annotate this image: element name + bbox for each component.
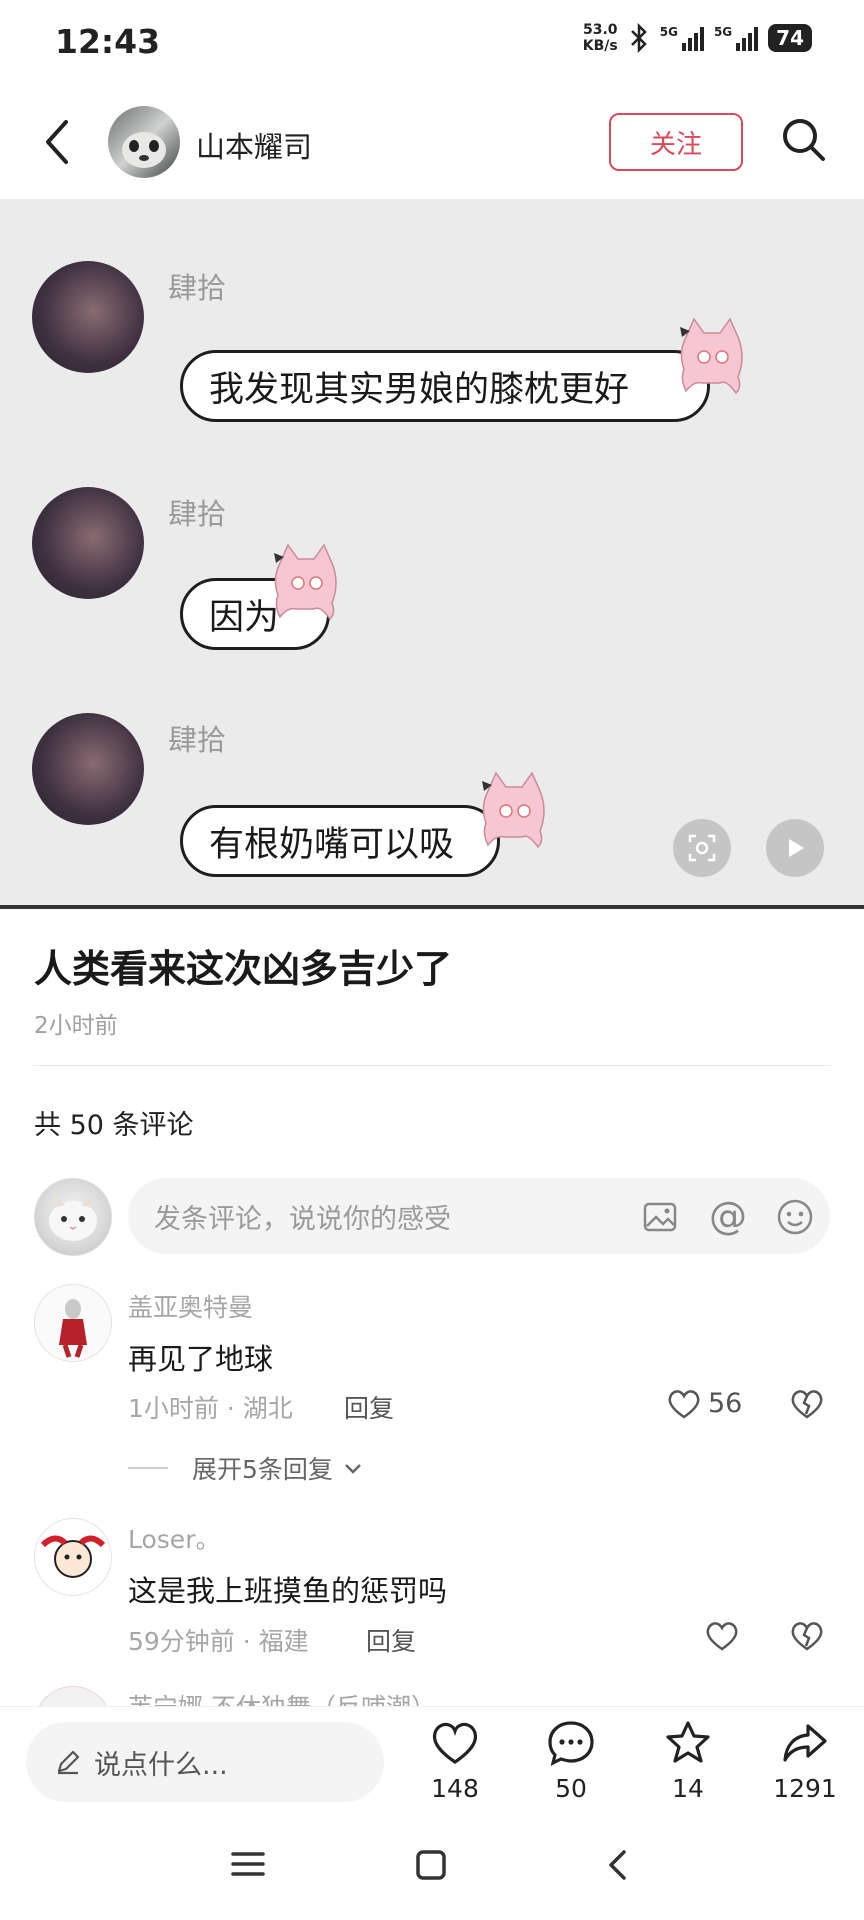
like-action[interactable]: 148 (410, 1718, 500, 1803)
chat-sender-name: 肆拾 (168, 497, 227, 531)
my-avatar (34, 1178, 112, 1256)
signal-icon: 5G (713, 25, 759, 51)
scan-image-button[interactable] (673, 819, 731, 877)
comment-count-bottom: 50 (555, 1774, 587, 1803)
chat-bubble: 我发现其实男娘的膝枕更好 (180, 350, 710, 422)
network-speed-value: 53.0 (582, 22, 618, 38)
expand-replies[interactable]: 展开5条回复 (128, 1450, 363, 1486)
comment-text: 再见了地球 (128, 1342, 274, 1376)
comment-action[interactable]: 50 (526, 1718, 616, 1803)
post-title: 人类看来这次凶多吉少了 (34, 947, 453, 991)
chat-sender-name: 肆拾 (168, 723, 227, 757)
network-speed-unit: KB/s (582, 38, 618, 54)
image-divider (0, 905, 864, 909)
emoji-icon[interactable] (776, 1198, 814, 1236)
comment-meta: 59分钟前 · 福建 (128, 1627, 309, 1656)
say-something-placeholder: 说点什么... (94, 1749, 228, 1781)
chat-bubble: 有根奶嘴可以吸 (180, 805, 500, 877)
post-image[interactable]: 肆拾 我发现其实男娘的膝枕更好 肆拾 因为 肆拾 有根奶嘴可以吸 (0, 199, 864, 907)
bluetooth-icon (630, 23, 647, 53)
mention-icon[interactable]: @ (706, 1194, 750, 1238)
comment-bubble-icon (548, 1721, 594, 1766)
post-time: 2小时前 (34, 1013, 118, 1039)
catgirl-sticker-icon (274, 543, 337, 621)
expand-replies-label: 展开5条回复 (192, 1455, 333, 1484)
battery-icon: 74 (768, 24, 812, 52)
nav-back-icon[interactable] (604, 1848, 630, 1882)
status-icons: 53.0 KB/s 5G 5G 74 (583, 22, 812, 54)
follow-button[interactable]: 关注 (609, 113, 743, 171)
author-name[interactable]: 山本耀司 (196, 124, 312, 166)
home-square-icon[interactable] (414, 1848, 448, 1882)
signal-label: 5G (659, 25, 678, 39)
chat-avatar (32, 487, 144, 599)
chat-avatar (32, 713, 144, 825)
share-count: 1291 (773, 1774, 837, 1803)
broken-heart-icon[interactable] (790, 1620, 824, 1652)
cartoon-avatar-icon (35, 1519, 111, 1595)
scan-icon (688, 834, 716, 862)
image-icon[interactable] (641, 1198, 679, 1236)
ultraman-avatar-icon (35, 1285, 111, 1361)
say-something-input[interactable]: 说点什么... (26, 1722, 384, 1802)
play-icon (789, 839, 804, 857)
comment-text: 这是我上班摸鱼的惩罚吗 (128, 1574, 448, 1608)
share-action[interactable]: 1291 (760, 1718, 850, 1803)
catgirl-sticker-icon (482, 771, 545, 849)
search-icon[interactable] (780, 116, 828, 164)
comment-count: 共 50 条评论 (34, 1110, 194, 1141)
chat-avatar (32, 261, 144, 373)
catgirl-sticker-icon (680, 317, 743, 395)
heart-icon (432, 1722, 478, 1764)
status-time: 12:43 (55, 22, 161, 61)
network-speed: 53.0 KB/s (583, 22, 618, 54)
like-count: 56 (708, 1388, 743, 1419)
signal-icon: 5G (660, 25, 704, 51)
cat-avatar-icon (49, 1193, 97, 1241)
comment-meta: 1小时前 · 湖北 (128, 1394, 293, 1423)
play-button[interactable] (766, 819, 824, 877)
like-count: 148 (431, 1774, 479, 1803)
comment-avatar[interactable] (34, 1284, 112, 1362)
signal-label: 5G (713, 25, 733, 39)
favorite-action[interactable]: 14 (643, 1718, 733, 1803)
chevron-down-icon (345, 1464, 361, 1474)
reply-button[interactable]: 回复 (366, 1622, 416, 1658)
author-avatar[interactable] (108, 106, 180, 178)
favorite-count: 14 (672, 1774, 704, 1803)
expand-dash (128, 1467, 168, 1469)
comment-username[interactable]: Loser。 (128, 1520, 220, 1556)
chat-sender-name: 肆拾 (168, 271, 227, 305)
back-arrow-icon[interactable] (40, 118, 74, 166)
reply-button[interactable]: 回复 (344, 1389, 394, 1425)
comment-avatar[interactable] (34, 1518, 112, 1596)
share-arrow-icon (783, 1724, 827, 1762)
broken-heart-icon[interactable] (790, 1388, 824, 1420)
star-icon (666, 1721, 710, 1763)
like-heart-icon[interactable] (705, 1620, 739, 1652)
comment-username[interactable]: 盖亚奥特曼 (128, 1288, 253, 1324)
pencil-icon (57, 1750, 80, 1775)
dog-avatar-icon (122, 132, 166, 168)
divider (34, 1065, 830, 1066)
like-heart-icon[interactable] (667, 1388, 701, 1420)
menu-icon[interactable] (230, 1848, 266, 1880)
